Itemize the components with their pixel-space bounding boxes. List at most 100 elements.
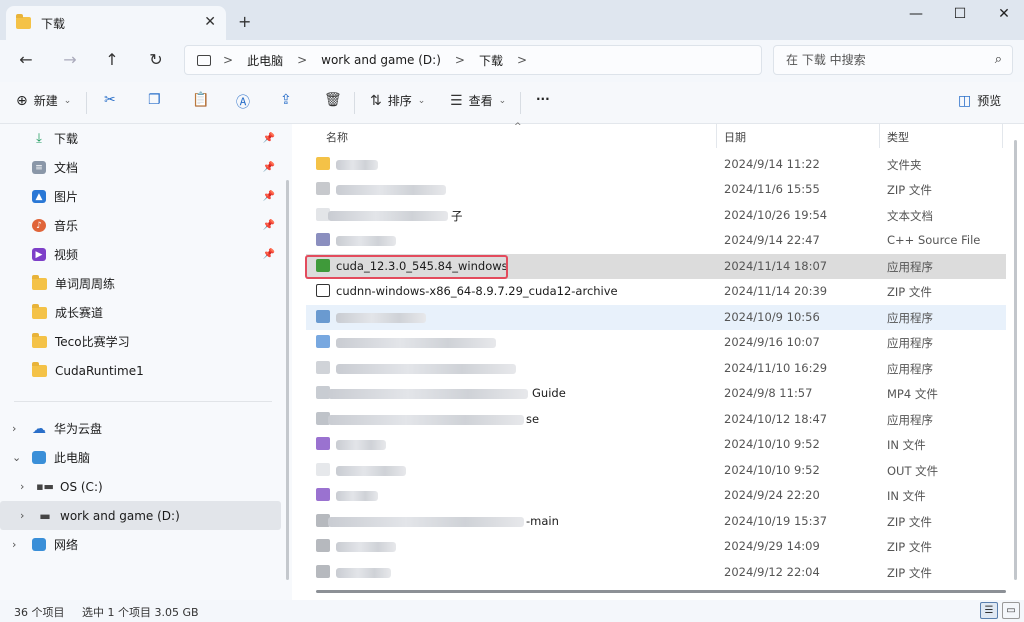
- list-item[interactable]: 2024/9/24 22:20 IN 文件: [306, 483, 1006, 508]
- blurred-filename: [336, 160, 378, 170]
- up-button[interactable]: ↑: [98, 48, 126, 72]
- view-button[interactable]: ☰ 查看 ⌄: [450, 92, 506, 109]
- zip-icon: [316, 565, 330, 578]
- sidebar-item-pictures[interactable]: ▲ 图片 📌: [0, 182, 281, 211]
- sidebar-item-huawei-cloud[interactable]: › ☁ 华为云盘: [0, 414, 281, 443]
- details-view-button[interactable]: ☰: [980, 602, 998, 619]
- list-item[interactable]: se 2024/10/12 18:47 应用程序: [306, 407, 1006, 432]
- music-icon: ♪: [32, 219, 46, 232]
- list-item[interactable]: cudnn-windows-x86_64-8.9.7.29_cuda12-arc…: [306, 279, 1006, 304]
- sidebar-item-downloads[interactable]: ⤓ 下载 📌: [0, 124, 281, 153]
- breadcrumb-downloads[interactable]: 下载: [469, 52, 513, 69]
- new-button[interactable]: ⊕ 新建 ⌄: [16, 92, 71, 109]
- breadcrumb-drive-d[interactable]: work and game (D:): [311, 53, 451, 67]
- column-header-name[interactable]: 名称: [326, 129, 348, 145]
- sidebar-item-this-pc[interactable]: ⌄ 此电脑: [0, 443, 281, 472]
- delete-button[interactable]: 🗑: [324, 92, 342, 108]
- paste-button[interactable]: 📋: [192, 92, 209, 108]
- list-item[interactable]: 子 2024/10/26 19:54 文本文档: [306, 203, 1006, 228]
- computer-icon: [197, 54, 211, 66]
- list-item[interactable]: 2024/9/14 11:22 文件夹: [306, 152, 1006, 177]
- pin-icon: 📌: [262, 249, 275, 260]
- sidebar-item-folder[interactable]: 单词周周练: [0, 269, 281, 298]
- forward-button[interactable]: →: [56, 48, 84, 72]
- maximize-button[interactable]: ☐: [940, 6, 980, 22]
- back-button[interactable]: ←: [12, 48, 40, 72]
- close-window-button[interactable]: ✕: [984, 6, 1024, 22]
- sidebar-item-folder[interactable]: Teco比赛学习: [0, 327, 281, 356]
- sort-button[interactable]: ⇅ 排序 ⌄: [370, 92, 425, 109]
- blurred-filename: [328, 517, 524, 527]
- folder-icon: [32, 332, 47, 348]
- refresh-button[interactable]: ↻: [142, 48, 170, 72]
- address-bar[interactable]: > 此电脑 > work and game (D:) > 下载 >: [184, 45, 762, 75]
- file-date: 2024/11/14 18:07: [724, 259, 828, 273]
- sidebar-item-videos[interactable]: ▶ 视频 📌: [0, 240, 281, 269]
- column-divider[interactable]: [879, 124, 880, 148]
- sidebar-item-music[interactable]: ♪ 音乐 📌: [0, 211, 281, 240]
- file-name: -main: [526, 514, 559, 528]
- vertical-scrollbar[interactable]: [1014, 140, 1017, 580]
- list-item[interactable]: 2024/9/16 10:07 应用程序: [306, 330, 1006, 355]
- sidebar-item-label: Teco比赛学习: [55, 335, 130, 349]
- file-type: OUT 文件: [887, 464, 939, 478]
- file-date: 2024/9/14 11:22: [724, 157, 820, 171]
- pin-icon: 📌: [262, 133, 275, 144]
- chevron-right-icon[interactable]: ›: [20, 509, 24, 522]
- chevron-right-icon[interactable]: ›: [12, 422, 16, 435]
- file-date: 2024/9/29 14:09: [724, 539, 820, 553]
- list-item[interactable]: 2024/9/29 14:09 ZIP 文件: [306, 534, 1006, 559]
- close-tab-icon[interactable]: ✕: [204, 14, 216, 30]
- list-item[interactable]: 2024/10/10 9:52 OUT 文件: [306, 458, 1006, 483]
- sidebar-item-folder[interactable]: 成长赛道: [0, 298, 281, 327]
- file-type: 应用程序: [887, 260, 933, 274]
- view-label: 查看: [468, 94, 493, 108]
- file-name: se: [526, 412, 540, 426]
- new-tab-button[interactable]: +: [238, 12, 251, 31]
- sidebar-scrollbar[interactable]: [286, 180, 289, 580]
- chevron-down-icon[interactable]: ⌄: [12, 451, 21, 464]
- tab-downloads[interactable]: 下载 ✕: [6, 6, 226, 40]
- column-header-type[interactable]: 类型: [887, 129, 909, 145]
- list-item[interactable]: -main 2024/10/19 15:37 ZIP 文件: [306, 509, 1006, 534]
- blurred-filename: [336, 568, 391, 578]
- trash-icon: 🗑: [324, 92, 342, 108]
- minimize-button[interactable]: —: [896, 6, 936, 22]
- preview-button[interactable]: ◫ 预览: [958, 92, 1001, 109]
- sidebar-item-label: 文档: [54, 161, 79, 175]
- list-item[interactable]: 2024/10/9 10:56 应用程序: [306, 305, 1006, 330]
- sidebar-item-drive-c[interactable]: › ▪▬ OS (C:): [0, 472, 281, 501]
- tiles-view-button[interactable]: ▭: [1002, 602, 1020, 619]
- list-item[interactable]: 2024/11/6 15:55 ZIP 文件: [306, 177, 1006, 202]
- search-input[interactable]: 在 下载 中搜索 ⌕: [773, 45, 1013, 75]
- rename-button[interactable]: Ⓐ: [236, 92, 250, 112]
- file-type: 应用程序: [887, 362, 933, 376]
- sidebar-item-documents[interactable]: ≡ 文档 📌: [0, 153, 281, 182]
- share-button[interactable]: ⇪: [280, 92, 292, 108]
- column-divider[interactable]: [1002, 124, 1003, 148]
- list-item[interactable]: 2024/9/14 22:47 C++ Source File: [306, 228, 1006, 253]
- video-icon: ▶: [32, 248, 46, 261]
- column-header-date[interactable]: 日期: [724, 129, 746, 145]
- sidebar-item-folder[interactable]: CudaRuntime1: [0, 356, 281, 385]
- sidebar-item-label: 音乐: [54, 219, 79, 233]
- column-divider[interactable]: [716, 124, 717, 148]
- file-type: ZIP 文件: [887, 285, 932, 299]
- list-item[interactable]: Guide 2024/9/8 11:57 MP4 文件: [306, 381, 1006, 406]
- blurred-filename: [328, 211, 448, 221]
- network-icon: [32, 538, 46, 551]
- chevron-right-icon[interactable]: ›: [20, 480, 24, 493]
- list-item[interactable]: 2024/10/10 9:52 IN 文件: [306, 432, 1006, 457]
- sidebar-item-drive-d[interactable]: › ▬ work and game (D:): [0, 501, 281, 530]
- horizontal-scrollbar[interactable]: [316, 590, 1006, 593]
- breadcrumb-this-pc[interactable]: 此电脑: [237, 52, 293, 69]
- sidebar-item-label: 此电脑: [54, 451, 91, 465]
- chevron-right-icon[interactable]: ›: [12, 538, 16, 551]
- file-type: IN 文件: [887, 489, 926, 503]
- cut-button[interactable]: ✂: [104, 92, 116, 108]
- list-item[interactable]: 2024/11/10 16:29 应用程序: [306, 356, 1006, 381]
- more-button[interactable]: ···: [536, 92, 550, 106]
- copy-button[interactable]: ❐: [148, 92, 161, 108]
- sidebar-item-network[interactable]: › 网络: [0, 530, 281, 559]
- list-item[interactable]: 2024/9/12 22:04 ZIP 文件: [306, 560, 1006, 585]
